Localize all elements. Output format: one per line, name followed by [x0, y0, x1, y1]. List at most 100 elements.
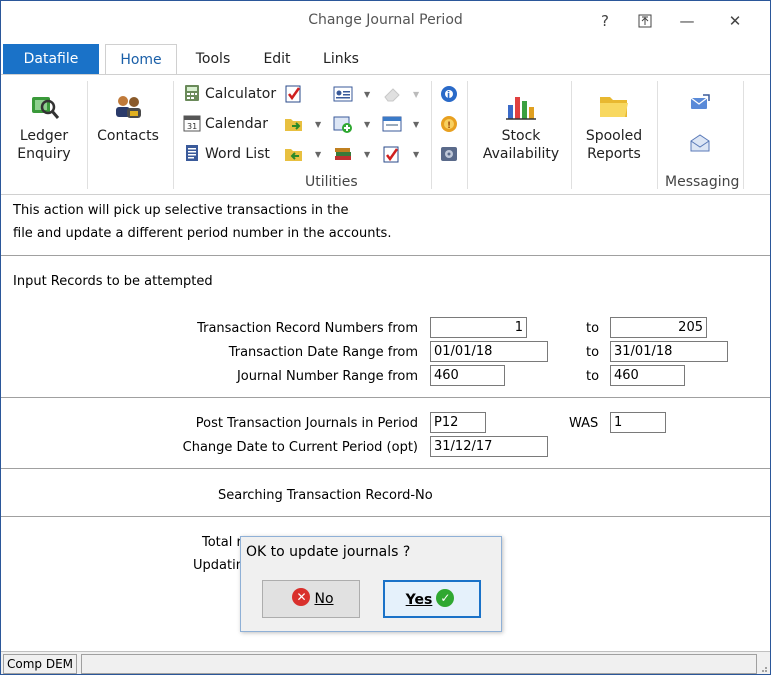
close-button[interactable]: ✕ — [721, 9, 749, 33]
stock-availability-label-1: Stock — [501, 128, 541, 144]
coin-alert-icon[interactable]: ! — [439, 114, 461, 134]
divider — [1, 255, 770, 256]
window-icon[interactable] — [382, 114, 404, 134]
no-label: No — [314, 591, 334, 607]
post-period-input[interactable] — [430, 412, 486, 433]
journal-from-input[interactable] — [430, 365, 505, 386]
confirm-dialog: OK to update journals ? ✕ No Yes ✓ — [240, 536, 502, 632]
change-date-label: Change Date to Current Period (opt) — [182, 440, 418, 455]
folder-back-icon[interactable] — [284, 144, 306, 164]
trans-date-from-input[interactable] — [430, 341, 548, 362]
tab-links[interactable]: Links — [315, 44, 367, 74]
check-icon: ✓ — [436, 589, 455, 607]
folder-forward-icon[interactable] — [284, 114, 306, 134]
settings-disk-icon[interactable] — [439, 144, 461, 164]
chevron-down-icon[interactable]: ▼ — [364, 150, 370, 159]
word-list-button[interactable]: Word List — [183, 143, 270, 165]
info-globe-icon[interactable]: i — [439, 84, 461, 104]
to-label: to — [586, 321, 600, 336]
post-period-label: Post Transaction Journals in Period — [195, 416, 418, 431]
tab-tools[interactable]: Tools — [185, 44, 241, 74]
to-label: to — [586, 345, 600, 360]
divider — [1, 397, 770, 398]
pin-icon — [638, 14, 652, 28]
ledger-enquiry-label-2: Enquiry — [17, 146, 71, 162]
trans-date-label: Transaction Date Range from — [228, 345, 418, 360]
contacts-button[interactable]: Contacts — [93, 91, 163, 145]
messaging-group-label: Messaging — [665, 174, 740, 190]
resize-grip-icon[interactable] — [758, 663, 768, 673]
chevron-down-icon[interactable]: ▼ — [413, 150, 419, 159]
restore-button[interactable] — [631, 9, 659, 33]
checklist-icon[interactable] — [382, 144, 404, 164]
trans-record-label: Transaction Record Numbers from — [197, 321, 418, 336]
no-button[interactable]: ✕ No — [262, 580, 360, 618]
eraser-icon — [382, 84, 404, 104]
status-bar: Comp DEM — [1, 651, 770, 674]
trans-date-to-input[interactable] — [610, 341, 728, 362]
ribbon-separator — [571, 81, 572, 189]
ribbon-separator — [743, 81, 744, 189]
chevron-down-icon[interactable]: ▼ — [364, 120, 370, 129]
journal-range-label: Journal Number Range from — [236, 369, 418, 384]
ledger-enquiry-icon — [28, 91, 60, 121]
address-card-icon[interactable] — [333, 84, 355, 104]
calendar-icon: 31 — [183, 115, 201, 132]
ribbon-tabs: Datafile Home Tools Edit Links — [1, 44, 770, 75]
calculator-button[interactable]: Calculator — [183, 83, 276, 105]
chevron-down-icon[interactable]: ▼ — [315, 150, 321, 159]
updating-label: Updatin — [193, 558, 244, 573]
tab-edit[interactable]: Edit — [253, 44, 301, 74]
calculator-label: Calculator — [205, 86, 277, 102]
change-date-input[interactable] — [430, 436, 548, 457]
to-label: to — [586, 369, 600, 384]
ribbon-separator — [431, 81, 432, 189]
was-label: WAS — [569, 416, 599, 431]
trans-record-to-input[interactable] — [610, 317, 707, 338]
spooled-reports-label-2: Reports — [587, 146, 641, 162]
chevron-down-icon: ▼ — [413, 90, 420, 99]
trans-record-from-input[interactable] — [430, 317, 527, 338]
spooled-reports-button[interactable]: Spooled Reports — [577, 91, 651, 163]
divider — [1, 516, 770, 517]
send-mail-icon[interactable] — [689, 93, 711, 113]
minimize-button[interactable]: — — [673, 9, 701, 33]
chevron-down-icon[interactable]: ▼ — [364, 90, 370, 99]
chevron-down-icon[interactable]: ▼ — [315, 120, 321, 129]
tab-datafile[interactable]: Datafile — [3, 44, 99, 74]
chevron-down-icon[interactable]: ▼ — [413, 120, 419, 129]
bar-chart-icon — [505, 91, 537, 121]
calendar-button[interactable]: 31 Calendar — [183, 113, 268, 135]
ribbon: Ledger Enquiry Contacts Calculator 31 Cal… — [1, 74, 770, 195]
yes-label: Yes — [405, 592, 433, 608]
tab-home[interactable]: Home — [105, 44, 177, 75]
description-line-1: This action will pick up selective trans… — [13, 203, 349, 218]
add-record-icon[interactable] — [333, 114, 355, 134]
status-message-panel — [81, 654, 757, 674]
was-input[interactable] — [610, 412, 666, 433]
stock-availability-button[interactable]: Stock Availability — [477, 91, 565, 163]
word-list-icon — [186, 145, 198, 161]
books-icon[interactable] — [333, 144, 355, 164]
svg-text:31: 31 — [187, 122, 197, 131]
journal-to-input[interactable] — [610, 365, 685, 386]
calendar-label: Calendar — [205, 116, 268, 132]
spooled-reports-label-1: Spooled — [585, 128, 643, 144]
ribbon-separator — [467, 81, 468, 189]
contacts-label: Contacts — [97, 128, 159, 144]
company-status: Comp DEM — [3, 654, 77, 674]
word-list-label: Word List — [205, 146, 270, 162]
help-button[interactable]: ? — [591, 9, 619, 33]
folder-icon — [598, 91, 630, 121]
input-records-heading: Input Records to be attempted — [13, 274, 213, 289]
task-check-icon[interactable] — [284, 84, 306, 104]
yes-button[interactable]: Yes ✓ — [383, 580, 481, 618]
title-bar: Change Journal Period ? — ✕ — [1, 1, 770, 43]
ledger-enquiry-button[interactable]: Ledger Enquiry — [9, 91, 79, 163]
cancel-icon: ✕ — [292, 588, 311, 606]
calculator-icon — [185, 85, 199, 101]
open-mail-icon[interactable] — [689, 133, 711, 153]
ribbon-separator — [173, 81, 174, 189]
searching-label: Searching Transaction Record-No — [218, 488, 433, 503]
total-label: Total r — [202, 535, 242, 550]
